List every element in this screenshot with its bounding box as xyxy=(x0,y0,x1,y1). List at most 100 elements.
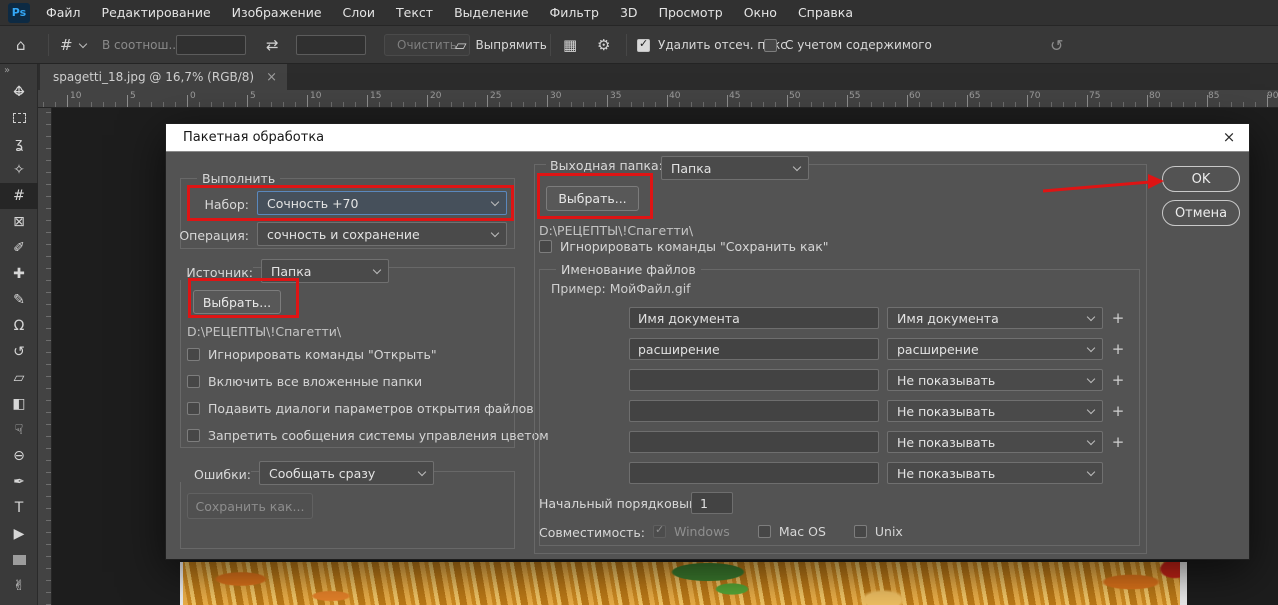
ok-button[interactable]: OK xyxy=(1162,166,1240,192)
compat-checkbox-0[interactable]: ✓ xyxy=(653,525,666,538)
naming-select-3[interactable]: Не показывать xyxy=(887,400,1103,422)
compat-checkbox-1[interactable] xyxy=(758,525,771,538)
compat-checkbox-2[interactable] xyxy=(854,525,867,538)
menu-item-4[interactable]: Текст xyxy=(396,5,433,20)
menu-item-0[interactable]: Файл xyxy=(46,5,81,20)
compat-option-1[interactable]: Mac OS xyxy=(758,523,826,539)
menu-item-2[interactable]: Изображение xyxy=(232,5,322,20)
menu-item-1[interactable]: Редактирование xyxy=(102,5,211,20)
tool-type[interactable]: T xyxy=(0,495,38,521)
tool-magic-wand[interactable]: ✧ xyxy=(0,157,38,183)
menu-item-3[interactable]: Слои xyxy=(343,5,376,20)
content-aware-option[interactable]: С учетом содержимого xyxy=(764,26,932,64)
reset-tool-button[interactable]: ↺ xyxy=(1050,26,1063,64)
tool-pen[interactable]: ✒ xyxy=(0,469,38,495)
menu-item-6[interactable]: Фильтр xyxy=(550,5,599,20)
tool-healing-brush[interactable]: ✚ xyxy=(0,261,38,287)
tool-clone-stamp[interactable]: Ω xyxy=(0,313,38,339)
naming-input-2[interactable] xyxy=(629,369,879,391)
checkbox[interactable] xyxy=(187,348,200,361)
add-row-icon[interactable]: + xyxy=(1111,402,1125,420)
tab-close-icon[interactable]: × xyxy=(266,70,277,85)
tool-rectangular-marquee[interactable] xyxy=(0,105,38,131)
collapse-panels-button[interactable]: » xyxy=(0,64,37,79)
crop-height-input[interactable] xyxy=(296,35,366,55)
separator xyxy=(550,34,551,56)
ignore-save-as-option[interactable]: Игнорировать команды "Сохранить как" xyxy=(539,238,829,254)
naming-select-1[interactable]: расширение xyxy=(887,338,1103,360)
source-option-3[interactable]: Запретить сообщения системы управления ц… xyxy=(187,427,549,443)
straighten-button[interactable]: ▱ Выпрямить xyxy=(455,26,547,64)
checkbox[interactable] xyxy=(187,402,200,415)
naming-select-5[interactable]: Не показывать xyxy=(887,462,1103,484)
tool-brush[interactable]: ✎ xyxy=(0,287,38,313)
action-dropdown[interactable]: сочность и сохранение xyxy=(257,222,507,246)
errors-dropdown[interactable]: Сообщать сразу xyxy=(259,461,434,485)
menu-item-5[interactable]: Выделение xyxy=(454,5,528,20)
compat-label: Совместимость: xyxy=(539,525,645,540)
crop-settings-button[interactable]: ⚙ xyxy=(597,26,610,64)
dialog-close-icon[interactable]: × xyxy=(1219,128,1239,146)
tool-smudge[interactable]: ☟ xyxy=(0,417,38,443)
add-row-icon[interactable]: + xyxy=(1111,309,1125,327)
delete-cropped-checkbox[interactable]: ✓ xyxy=(637,39,650,52)
tool-crop[interactable]: # xyxy=(0,183,38,209)
output-dropdown[interactable]: Папка xyxy=(661,156,809,180)
source-choose-button[interactable]: Выбрать... xyxy=(193,290,281,314)
naming-select-2[interactable]: Не показывать xyxy=(887,369,1103,391)
naming-input-0[interactable] xyxy=(629,307,879,329)
menu-item-9[interactable]: Окно xyxy=(744,5,777,20)
tool-eraser[interactable]: ▱ xyxy=(0,365,38,391)
source-option-0[interactable]: Игнорировать команды "Открыть" xyxy=(187,346,549,362)
source-dropdown[interactable]: Папка xyxy=(261,259,389,283)
tool-gradient[interactable]: ◧ xyxy=(0,391,38,417)
chevron-down-icon xyxy=(793,163,801,171)
tool-eyedropper[interactable]: ✐ xyxy=(0,235,38,261)
dialog-title-bar[interactable]: Пакетная обработка × xyxy=(166,124,1249,152)
document-tab[interactable]: spagetti_18.jpg @ 16,7% (RGB/8) × xyxy=(40,64,287,90)
chevron-down-icon xyxy=(491,198,499,206)
add-row-icon[interactable]: + xyxy=(1111,371,1125,389)
source-option-2[interactable]: Подавить диалоги параметров открытия фай… xyxy=(187,400,549,416)
naming-row-5: Не показывать xyxy=(629,462,1125,484)
checkbox[interactable] xyxy=(187,429,200,442)
content-aware-checkbox[interactable] xyxy=(764,39,777,52)
crop-width-input[interactable] xyxy=(176,35,246,55)
output-choose-button[interactable]: Выбрать... xyxy=(546,186,639,211)
checkbox[interactable] xyxy=(187,375,200,388)
naming-input-5[interactable] xyxy=(629,462,879,484)
tool-hand[interactable]: ✌ xyxy=(0,573,38,599)
naming-select-4[interactable]: Не показывать xyxy=(887,431,1103,453)
tool-move[interactable]: ↔↕ xyxy=(0,79,38,105)
set-dropdown[interactable]: Сочность +70 xyxy=(257,191,507,215)
home-button[interactable]: ⌂ xyxy=(16,26,26,64)
compat-option-2[interactable]: Unix xyxy=(854,523,903,539)
overlay-options-button[interactable]: ▦ xyxy=(563,26,577,64)
naming-input-3[interactable] xyxy=(629,400,879,422)
menu-item-7[interactable]: 3D xyxy=(620,5,638,20)
gear-icon: ⚙ xyxy=(597,36,610,54)
tool-path-selection[interactable]: ▶ xyxy=(0,521,38,547)
swap-dimensions-button[interactable]: ⇄ xyxy=(266,26,279,64)
cancel-button[interactable]: Отмена xyxy=(1162,200,1240,226)
tool-dodge[interactable]: ⊖ xyxy=(0,443,38,469)
save-as-button[interactable]: Сохранить как... xyxy=(187,493,313,519)
tool-history-brush[interactable]: ↺ xyxy=(0,339,38,365)
tool-frame[interactable]: ⊠ xyxy=(0,209,38,235)
tool-rectangle[interactable] xyxy=(0,547,38,573)
tool-lasso[interactable]: ʓ xyxy=(0,131,38,157)
naming-input-4[interactable] xyxy=(629,431,879,453)
menu-item-8[interactable]: Просмотр xyxy=(659,5,723,20)
add-row-icon[interactable]: + xyxy=(1111,340,1125,358)
ignore-save-as-checkbox[interactable] xyxy=(539,240,552,253)
serial-input[interactable] xyxy=(691,492,733,514)
source-option-1[interactable]: Включить все вложенные папки xyxy=(187,373,549,389)
add-row-icon[interactable]: + xyxy=(1111,433,1125,451)
naming-input-1[interactable] xyxy=(629,338,879,360)
crop-tool-preset-button[interactable]: # xyxy=(60,26,86,64)
naming-select-0[interactable]: Имя документа xyxy=(887,307,1103,329)
output-value: Папка xyxy=(671,161,711,176)
menu-item-10[interactable]: Справка xyxy=(798,5,853,20)
compat-option-0[interactable]: ✓Windows xyxy=(653,523,730,539)
chevron-down-icon xyxy=(1087,344,1095,352)
